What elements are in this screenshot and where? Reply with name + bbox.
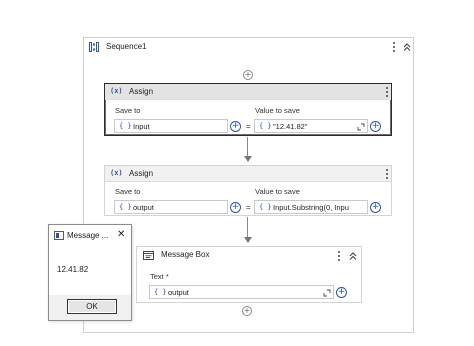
assign-2-equals: = xyxy=(246,203,251,212)
dialog-title: Message ... xyxy=(67,231,109,240)
sequence-icon xyxy=(89,42,99,52)
expression-brace-icon: { } xyxy=(154,288,167,296)
message-box-collapse-icon[interactable] xyxy=(348,251,358,261)
assign-2-value-text: Input.Substring(0, Inpu xyxy=(273,203,349,212)
expression-brace-icon: { } xyxy=(259,203,272,211)
expand-editor-icon[interactable] xyxy=(357,123,365,131)
message-box-title: Message Box xyxy=(161,250,210,259)
dialog-ok-button[interactable]: OK xyxy=(67,299,117,314)
expression-brace-icon: { } xyxy=(119,203,132,211)
message-box-icon xyxy=(143,251,154,260)
assign-1-variable-icon: (x) xyxy=(110,87,123,95)
assign-1-value-text: "12.41.82" xyxy=(273,122,308,131)
assign-2-save-to-value: output xyxy=(133,203,154,212)
assign-2-value-plus-button[interactable]: + xyxy=(370,202,381,213)
assign-2-save-to-label: Save to xyxy=(115,187,141,196)
assign-1-value-field[interactable]: { } "12.41.82" xyxy=(254,119,368,133)
assign-2-value-label: Value to save xyxy=(255,187,300,196)
assign-2-value-field[interactable]: { } Input.Substring(0, Inpu xyxy=(254,200,368,214)
assign-1-save-to-label: Save to xyxy=(115,106,141,115)
assign-activity-1[interactable]: (x) Assign Save to Value to save { } Inp… xyxy=(104,83,392,136)
connector-line xyxy=(247,137,248,157)
message-box-text-field[interactable]: { } output xyxy=(149,285,334,299)
message-box-text-value: output xyxy=(168,288,189,297)
message-box-text-plus-button[interactable]: + xyxy=(336,287,347,298)
assign-1-equals: = xyxy=(246,122,251,131)
assign-2-save-to-field[interactable]: { } output xyxy=(114,200,228,214)
assign-1-more-icon[interactable] xyxy=(384,86,390,98)
assign-2-header: (x) Assign xyxy=(105,166,391,182)
message-box-activity[interactable]: Message Box Text * { } output + xyxy=(136,246,362,303)
assign-1-value-label: Value to save xyxy=(255,106,300,115)
assign-2-title: Assign xyxy=(129,169,154,178)
connector-arrow-icon xyxy=(244,237,252,243)
expand-editor-icon[interactable] xyxy=(323,289,331,297)
connector-line xyxy=(247,217,248,238)
assign-1-save-to-field[interactable]: { } Input xyxy=(114,119,228,133)
assign-1-save-to-value: Input xyxy=(133,122,150,131)
message-dialog: Message ... ✕ 12.41.82 OK xyxy=(48,224,132,321)
assign-1-value-plus-button[interactable]: + xyxy=(370,121,381,132)
assign-2-save-to-plus-button[interactable]: + xyxy=(230,202,241,213)
add-activity-top-icon[interactable]: + xyxy=(243,70,253,80)
dialog-message: 12.41.82 xyxy=(57,265,89,274)
message-box-header: Message Box xyxy=(137,247,361,265)
dialog-app-icon xyxy=(54,231,64,240)
connector-arrow-icon xyxy=(244,156,252,162)
assign-2-more-icon[interactable] xyxy=(384,168,390,180)
message-box-more-icon[interactable] xyxy=(336,250,342,262)
assign-1-title: Assign xyxy=(129,87,154,96)
assign-2-variable-icon: (x) xyxy=(110,169,123,177)
sequence-title: Sequence1 xyxy=(106,42,147,51)
sequence-more-icon[interactable] xyxy=(391,41,397,53)
collapse-chevron-icon[interactable] xyxy=(402,42,412,52)
message-box-text-label: Text * xyxy=(150,272,169,281)
assign-1-header: (x) Assign xyxy=(105,84,391,100)
assign-activity-2[interactable]: (x) Assign Save to Value to save { } out… xyxy=(104,165,392,216)
expression-brace-icon: { } xyxy=(119,122,132,130)
add-activity-bottom-icon[interactable]: + xyxy=(242,306,252,316)
dialog-close-icon[interactable]: ✕ xyxy=(117,229,125,240)
workflow-canvas: Sequence1 + (x) Assign Save to Value to … xyxy=(0,0,474,346)
expression-brace-icon: { } xyxy=(259,122,272,130)
assign-1-save-to-plus-button[interactable]: + xyxy=(230,121,241,132)
